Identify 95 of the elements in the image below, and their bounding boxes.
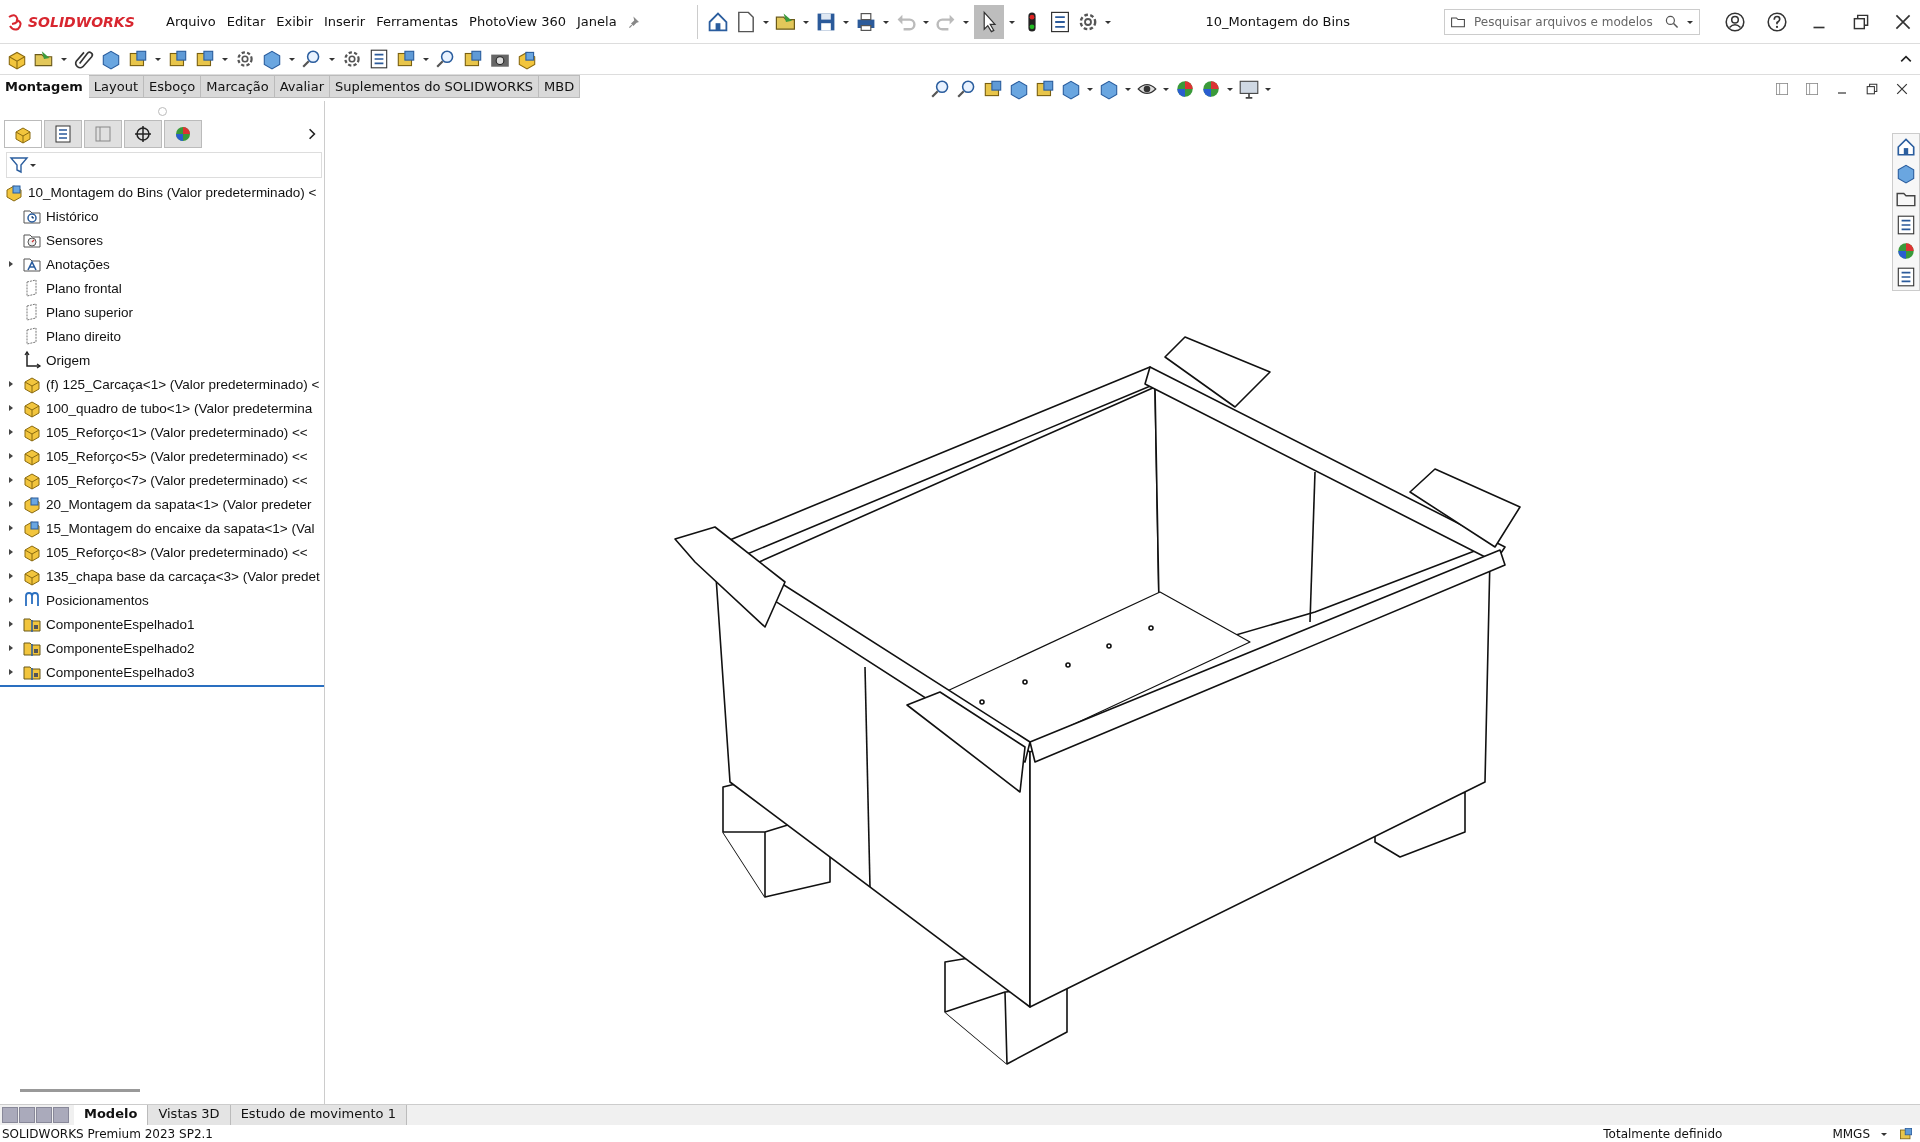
command-tab[interactable]: MBD: [539, 75, 581, 98]
menu-item[interactable]: Janela: [577, 14, 617, 29]
menu-item[interactable]: Exibir: [276, 14, 313, 29]
window-title: 10_Montagem do Bins: [1205, 14, 1351, 29]
model-tab[interactable]: Estudo de movimento 1: [230, 1105, 407, 1125]
expand-arrow-icon[interactable]: [7, 524, 15, 532]
caret-icon[interactable]: [288, 55, 296, 63]
menu-item[interactable]: PhotoView 360: [469, 14, 566, 29]
tree-item[interactable]: Histórico: [0, 204, 99, 228]
caret-icon[interactable]: [154, 55, 162, 63]
feature-tree-tab[interactable]: [4, 120, 42, 148]
tree-item[interactable]: 105_Reforço<1> (Valor predeterminado) <<: [0, 420, 308, 444]
split-left-icon[interactable]: [1774, 81, 1790, 97]
tree-item[interactable]: 15_Montagem do encaixe da sapata<1> (Val: [0, 516, 315, 540]
expand-arrow-icon[interactable]: [7, 620, 15, 628]
caret-icon[interactable]: [1226, 85, 1234, 93]
scene-icon[interactable]: [1200, 78, 1222, 100]
tree-item[interactable]: Origem: [0, 348, 91, 372]
dimxpert-tab[interactable]: [124, 120, 162, 148]
app-logo: SOLIDWORKS: [6, 11, 156, 32]
property-tab[interactable]: [44, 120, 82, 148]
filter-field[interactable]: [6, 152, 322, 178]
tree-item[interactable]: 100_quadro de tubo<1> (Valor predetermina: [0, 396, 313, 420]
crosshair-icon: [133, 124, 153, 144]
caret-icon[interactable]: [1264, 85, 1272, 93]
caret-icon[interactable]: [328, 55, 336, 63]
expand-arrow-icon[interactable]: [7, 452, 15, 460]
command-tab[interactable]: Layout: [88, 75, 144, 98]
tree-item[interactable]: 105_Reforço<5> (Valor predeterminado) <<: [0, 444, 308, 468]
caret-icon[interactable]: [1124, 85, 1132, 93]
tree-item[interactable]: Plano direito: [0, 324, 122, 348]
menu-item[interactable]: Arquivo: [166, 14, 216, 29]
filter-icon[interactable]: [9, 155, 29, 175]
status-text: Totalmente definido: [1603, 1126, 1723, 1141]
expand-arrow-icon[interactable]: [7, 380, 15, 388]
expand-arrow-icon[interactable]: [7, 500, 15, 508]
caret-icon[interactable]: [422, 55, 430, 63]
tree-item[interactable]: 135_chapa base da carcaça<3> (Valor predet: [0, 564, 320, 588]
tree-item[interactable]: ComponenteEspelhado1: [0, 612, 195, 636]
command-tab[interactable]: Avaliar: [274, 75, 331, 98]
model-tab[interactable]: Modelo: [74, 1105, 149, 1125]
tree-item[interactable]: 20_Montagem da sapata<1> (Valor predeter: [0, 492, 312, 516]
split-right-icon[interactable]: [1804, 81, 1820, 97]
command-tab[interactable]: Suplementos do SOLIDWORKS: [330, 75, 540, 98]
caret-icon[interactable]: [60, 55, 68, 63]
appearances-icon[interactable]: [1895, 240, 1917, 262]
sphere-icon: [173, 124, 193, 144]
caret-icon[interactable]: [221, 55, 229, 63]
tree-item[interactable]: 105_Reforço<8> (Valor predeterminado) <<: [0, 540, 308, 564]
tree-item[interactable]: Plano frontal: [0, 276, 122, 300]
axes-icon: [22, 350, 42, 370]
command-tab[interactable]: Marcação: [201, 75, 275, 98]
scrollbar[interactable]: [20, 1089, 140, 1092]
expand-arrow-icon[interactable]: [7, 260, 15, 268]
assembly-icon: [4, 182, 24, 202]
menu-item[interactable]: Editar: [226, 14, 266, 29]
tree-item[interactable]: Posicionamentos: [0, 588, 149, 612]
search-field[interactable]: Pesquisar arquivos e modelos: [1444, 8, 1700, 35]
tree-item[interactable]: 10_Montagem do Bins (Valor predeterminado) <: [0, 180, 317, 204]
assembly-icon: [22, 494, 42, 514]
tree-item[interactable]: ComponenteEspelhado3: [0, 660, 195, 684]
caret-icon[interactable]: [1086, 85, 1094, 93]
expand-arrow-icon[interactable]: [7, 428, 15, 436]
tree-item[interactable]: ComponenteEspelhado2: [0, 636, 195, 660]
product-version: SOLIDWORKS Premium 2023 SP2.1: [2, 1126, 213, 1141]
search-icon[interactable]: [1664, 13, 1680, 30]
tree-item[interactable]: Plano superior: [0, 300, 134, 324]
list-icon: [53, 124, 73, 144]
expand-arrow-icon[interactable]: [7, 668, 15, 676]
restore-icon[interactable]: [1864, 81, 1880, 97]
caret-icon[interactable]: [29, 161, 37, 169]
tree-item[interactable]: (f) 125_Carcaça<1> (Valor predeterminado) <: [0, 372, 320, 396]
appearance-icon[interactable]: [1174, 78, 1196, 100]
help-icon[interactable]: [1766, 10, 1788, 33]
command-tab[interactable]: Esboço: [144, 75, 202, 98]
assembly-icon: [22, 518, 42, 538]
menu-item[interactable]: Inserir: [324, 14, 366, 29]
units-label[interactable]: MMGS: [1832, 1126, 1870, 1141]
tree-item[interactable]: 105_Reforço<7> (Valor predeterminado) <<: [0, 468, 308, 492]
display-tab[interactable]: [164, 120, 202, 148]
close-icon[interactable]: [1894, 81, 1910, 97]
monitor-icon[interactable]: [1238, 78, 1260, 100]
panel-icon: [93, 124, 113, 144]
model-tab[interactable]: Vistas 3D: [148, 1105, 231, 1125]
expand-arrow-icon[interactable]: [7, 644, 15, 652]
menu-item[interactable]: Ferramentas: [376, 14, 459, 29]
expand-arrow-icon[interactable]: [7, 476, 15, 484]
expand-arrow-icon[interactable]: [7, 596, 15, 604]
expand-arrow-icon[interactable]: [7, 404, 15, 412]
tree-item[interactable]: Sensores: [0, 228, 104, 252]
tree-item[interactable]: Anotações: [0, 252, 110, 276]
caret-icon[interactable]: [1162, 85, 1170, 93]
expand-arrow-icon[interactable]: [7, 548, 15, 556]
user-icon[interactable]: [1724, 10, 1746, 33]
expand-arrow-icon[interactable]: [7, 572, 15, 580]
